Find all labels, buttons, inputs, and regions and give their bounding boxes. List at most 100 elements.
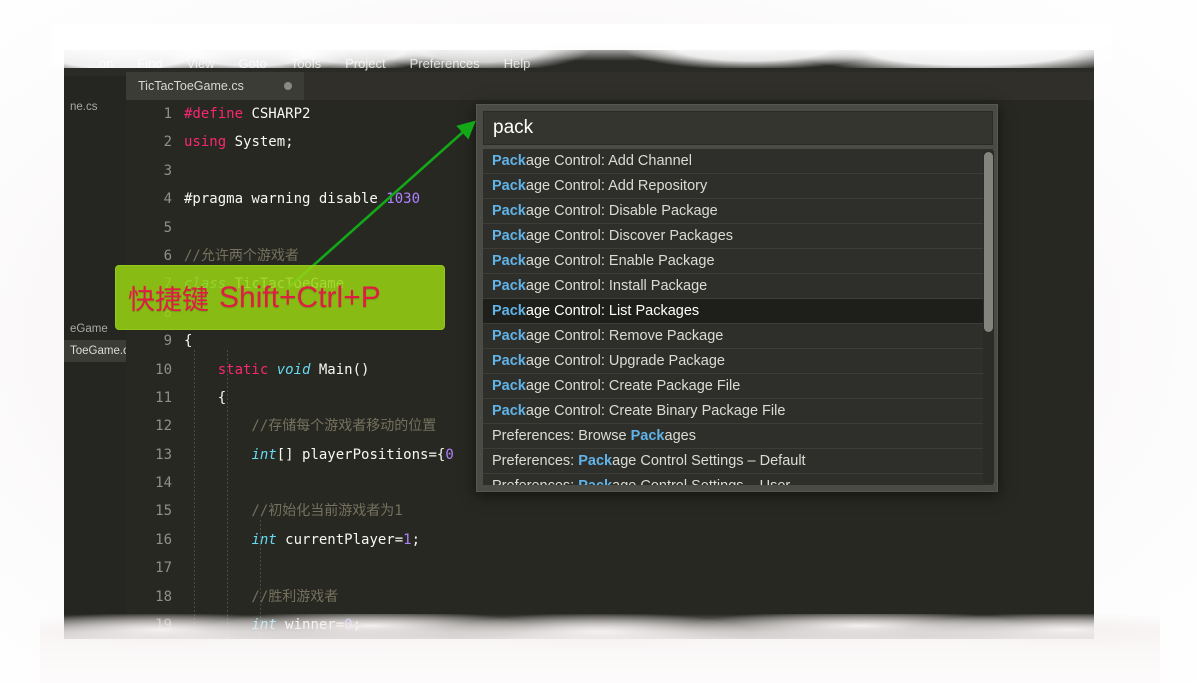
palette-item-match: Pack <box>492 328 526 344</box>
palette-item-rest: age Control Settings – User <box>612 478 790 485</box>
menu-item-view[interactable]: View <box>187 56 215 71</box>
palette-item-match: Pack <box>492 228 526 244</box>
palette-item-match: Pack <box>492 378 526 394</box>
palette-item[interactable]: Package Control: Enable Package <box>483 249 993 274</box>
menu-item-on[interactable]: ...on <box>88 56 113 71</box>
palette-item[interactable]: Preferences: Package Control Settings – … <box>483 449 993 474</box>
palette-item-rest: age Control: Remove Package <box>525 328 724 344</box>
menu-item-help[interactable]: Help <box>504 56 531 71</box>
palette-item-prefix: Preferences: <box>492 478 578 485</box>
tab-bar: TicTacToeGame.cs <box>126 72 1094 100</box>
palette-item-match: Pack <box>492 403 526 419</box>
line-number: 15 <box>155 503 172 520</box>
code-line: 15 //初始化当前游戏者为1 <box>126 497 1094 525</box>
line-number: 1 <box>163 106 172 122</box>
callout-label-cn: 快捷键 <box>128 285 209 316</box>
palette-item[interactable]: Package Control: Add Channel <box>483 149 993 174</box>
palette-item-match: Pack <box>630 428 665 444</box>
palette-item-rest: age Control: List Packages <box>525 303 700 319</box>
line-number: 3 <box>163 162 172 179</box>
line-number: 19 <box>155 617 172 634</box>
command-palette[interactable]: pack Package Control: Add Channel Package… <box>476 104 998 492</box>
palette-item-match: Pack <box>492 303 526 319</box>
palette-item[interactable]: Package Control: Remove Package <box>483 324 993 349</box>
palette-item-rest: age Control: Add Channel <box>525 153 692 169</box>
line-number: 14 <box>155 475 172 492</box>
palette-item[interactable]: Package Control: Create Package File <box>483 374 993 399</box>
palette-item[interactable]: Package Control: Disable Package <box>483 199 993 224</box>
palette-item-match: Pack <box>578 478 612 485</box>
line-content: int winner=0; <box>251 617 362 634</box>
line-content: int[] playerPositions={0 <box>251 446 454 463</box>
palette-item[interactable]: Package Control: List Packages <box>483 299 993 324</box>
palette-item-match: Pack <box>578 453 613 469</box>
line-content: #define CSHARP2 <box>184 106 311 122</box>
palette-item[interactable]: Package Control: Upgrade Package <box>483 349 993 374</box>
palette-item-match: Pack <box>492 278 526 294</box>
line-content: static void Main() <box>217 361 370 378</box>
code-line: 18 //胜利游戏者 <box>126 583 1094 611</box>
shortcut-callout: 快捷键 Shift+Ctrl+P <box>115 265 445 330</box>
menu-item-tools[interactable]: Tools <box>291 56 321 71</box>
palette-item[interactable]: Preferences: Package Control Settings – … <box>483 474 993 485</box>
palette-item-rest: age Control: Disable Package <box>525 203 718 219</box>
palette-item[interactable]: Package Control: Discover Packages <box>483 224 993 249</box>
sidebar-item-2[interactable]: ToeGame.cs <box>64 340 126 362</box>
palette-item-match: Pack <box>492 353 526 369</box>
line-number: 13 <box>155 446 172 463</box>
line-number: 4 <box>163 191 172 208</box>
palette-item-prefix: Preferences: <box>492 453 579 469</box>
palette-item-prefix: Preferences: Browse <box>492 428 631 444</box>
line-content: #pragma warning disable 1030 <box>184 191 421 208</box>
palette-item-rest: age Control: Discover Packages <box>525 228 734 244</box>
menu-item-goto[interactable]: Goto <box>239 56 267 71</box>
line-number: 10 <box>155 361 172 378</box>
palette-item-rest: age Control: Enable Package <box>525 253 715 269</box>
palette-item-rest: age Control: Install Package <box>525 278 708 294</box>
line-content: { <box>184 333 193 350</box>
line-content: //胜利游戏者 <box>184 588 339 605</box>
sidebar-item-0[interactable]: ne.cs <box>64 96 126 118</box>
palette-item-match: Pack <box>492 153 526 169</box>
palette-item-rest: age Control Settings – Default <box>612 453 806 469</box>
file-sidebar[interactable]: ne.cs eGame ToeGame.cs <box>64 76 126 639</box>
unsaved-dot-icon <box>284 82 292 90</box>
code-line: 19 int winner=0; <box>126 611 1094 639</box>
palette-item-rest: age Control: Upgrade Package <box>525 353 725 369</box>
menu-item-preferences[interactable]: Preferences <box>410 56 480 71</box>
palette-item[interactable]: Package Control: Create Binary Package F… <box>483 399 993 424</box>
line-content: using System; <box>184 134 294 151</box>
palette-item-rest: age Control: Create Package File <box>525 378 741 394</box>
code-line: 16 int currentPlayer=1; <box>126 526 1094 554</box>
line-number: 12 <box>155 418 172 435</box>
callout-shortcut: Shift+Ctrl+P <box>219 280 381 314</box>
menu-item-find[interactable]: Find <box>137 56 162 71</box>
code-line: 17 <box>126 554 1094 582</box>
line-content: //存储每个游戏者移动的位置 <box>184 418 437 435</box>
tab-label: TicTacToeGame.cs <box>138 79 244 93</box>
tab-tictactoegame-cs[interactable]: TicTacToeGame.cs <box>126 72 304 100</box>
command-palette-list[interactable]: Package Control: Add Channel Package Cont… <box>483 149 993 485</box>
line-number: 5 <box>163 219 172 236</box>
screenshot-page: ...on Find View Goto Tools Project Prefe… <box>0 0 1197 683</box>
palette-item-rest: age Control: Add Repository <box>525 178 708 194</box>
palette-item-match: Pack <box>492 253 526 269</box>
palette-item[interactable]: Package Control: Add Repository <box>483 174 993 199</box>
palette-item-match: Pack <box>492 203 526 219</box>
line-number: 16 <box>155 531 172 548</box>
menu-item-project[interactable]: Project <box>345 56 385 71</box>
palette-item-rest: age Control: Create Binary Package File <box>525 403 786 419</box>
palette-item[interactable]: Preferences: Browse Packages <box>483 424 993 449</box>
palette-item[interactable]: Package Control: Install Package <box>483 274 993 299</box>
line-content: int currentPlayer=1; <box>251 531 421 548</box>
line-number: 18 <box>155 588 172 605</box>
palette-item-match: Pack <box>492 178 526 194</box>
palette-item-rest: ages <box>664 428 696 444</box>
line-content: //初始化当前游戏者为1 <box>184 503 403 520</box>
line-content: { <box>184 389 227 406</box>
line-number: 2 <box>163 134 172 151</box>
palette-scrollbar-thumb[interactable] <box>984 152 993 332</box>
line-number: 17 <box>155 560 172 577</box>
command-palette-input[interactable]: pack <box>483 111 993 145</box>
line-number: 11 <box>155 389 172 406</box>
